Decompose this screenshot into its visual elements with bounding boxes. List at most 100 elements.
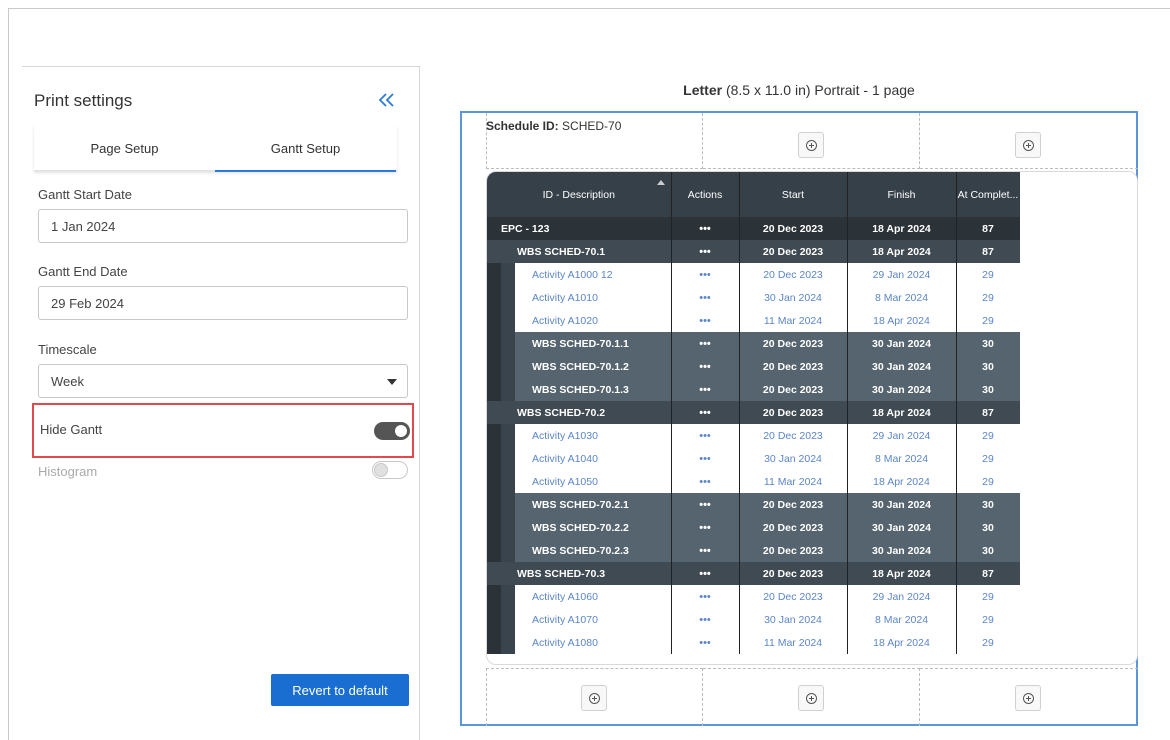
more-actions-icon[interactable]: ••• xyxy=(699,522,711,534)
table-row[interactable]: WBS SCHED-70.2.2 ••• 20 Dec 2023 30 Jan 202… xyxy=(487,516,1021,539)
cell-actions[interactable]: ••• xyxy=(671,286,740,309)
more-actions-icon[interactable]: ••• xyxy=(699,292,711,304)
table-row[interactable]: Activity A1030 ••• 20 Dec 2023 29 Jan 2024 2… xyxy=(487,424,1021,447)
cell-actions[interactable]: ••• xyxy=(671,447,740,470)
cell-id: WBS SCHED-70.1.2 xyxy=(487,355,672,378)
table-row[interactable]: Activity A1050 ••• 11 Mar 2024 18 Apr 2024 2… xyxy=(487,470,1021,493)
add-footer-left-button[interactable] xyxy=(581,685,607,711)
histogram-toggle[interactable] xyxy=(372,461,408,479)
cell-actions[interactable]: ••• xyxy=(671,470,740,493)
table-row[interactable]: Activity A1060 ••• 20 Dec 2023 29 Jan 2024 2… xyxy=(487,585,1021,608)
more-actions-icon[interactable]: ••• xyxy=(699,545,711,557)
cell-at-completion: 29 xyxy=(956,585,1021,608)
plus-circle-icon xyxy=(805,139,817,151)
more-actions-icon[interactable]: ••• xyxy=(699,453,711,465)
add-footer-center-button[interactable] xyxy=(798,685,824,711)
tab-gantt-setup[interactable]: Gantt Setup xyxy=(215,125,396,172)
cell-at-completion: 29 xyxy=(956,631,1021,654)
more-actions-icon[interactable]: ••• xyxy=(699,315,711,327)
col-header-actions[interactable]: Actions xyxy=(671,172,740,217)
gantt-start-field[interactable]: 1 Jan 2024 xyxy=(38,209,408,243)
cell-id-text: Activity A1050 xyxy=(532,475,598,488)
table-row[interactable]: EPC - 123 ••• 20 Dec 2023 18 Apr 2024 87 xyxy=(487,217,1021,240)
hide-gantt-row: Hide Gantt xyxy=(32,403,414,458)
col-header-start[interactable]: Start xyxy=(739,172,848,217)
more-actions-icon[interactable]: ••• xyxy=(699,246,711,258)
table-row[interactable]: WBS SCHED-70.1.1 ••• 20 Dec 2023 30 Jan 202… xyxy=(487,332,1021,355)
table-row[interactable]: WBS SCHED-70.1.3 ••• 20 Dec 2023 30 Jan 202… xyxy=(487,378,1021,401)
table-row[interactable]: Activity A1070 ••• 30 Jan 2024 8 Mar 2024 29 xyxy=(487,608,1021,631)
more-actions-icon[interactable]: ••• xyxy=(699,614,711,626)
more-actions-icon[interactable]: ••• xyxy=(699,384,711,396)
more-actions-icon[interactable]: ••• xyxy=(699,338,711,350)
cell-actions[interactable]: ••• xyxy=(671,585,740,608)
cell-finish: 18 Apr 2024 xyxy=(847,309,957,332)
table-row[interactable]: WBS SCHED-70.2 ••• 20 Dec 2023 18 Apr 2024 8… xyxy=(487,401,1021,424)
more-actions-icon[interactable]: ••• xyxy=(699,269,711,281)
table-row[interactable]: WBS SCHED-70.2.1 ••• 20 Dec 2023 30 Jan 202… xyxy=(487,493,1021,516)
table-row[interactable]: Activity A1020 ••• 11 Mar 2024 18 Apr 2024 2… xyxy=(487,309,1021,332)
table-row[interactable]: Activity A1010 ••• 30 Jan 2024 8 Mar 2024 29 xyxy=(487,286,1021,309)
col-header-at-completion[interactable]: At Complet... xyxy=(956,172,1021,217)
table-row[interactable]: Activity A1080 ••• 11 Mar 2024 18 Apr 2024 2… xyxy=(487,631,1021,654)
add-header-center-button[interactable] xyxy=(798,132,824,158)
more-actions-icon[interactable]: ••• xyxy=(699,591,711,603)
cell-finish: 30 Jan 2024 xyxy=(847,355,957,378)
cell-finish: 29 Jan 2024 xyxy=(847,585,957,608)
col-header-id[interactable]: ID - Description xyxy=(487,172,672,217)
more-actions-icon[interactable]: ••• xyxy=(699,361,711,373)
cell-at-completion: 30 xyxy=(956,332,1021,355)
cell-actions[interactable]: ••• xyxy=(671,493,740,516)
more-actions-icon[interactable]: ••• xyxy=(699,430,711,442)
hide-gantt-toggle[interactable] xyxy=(374,422,410,440)
cell-actions[interactable]: ••• xyxy=(671,240,740,263)
table-row[interactable]: Activity A1000 12 ••• 20 Dec 2023 29 Jan 20… xyxy=(487,263,1021,286)
cell-actions[interactable]: ••• xyxy=(671,309,740,332)
col-header-finish[interactable]: Finish xyxy=(847,172,957,217)
cell-start: 20 Dec 2023 xyxy=(739,585,848,608)
cell-finish: 30 Jan 2024 xyxy=(847,516,957,539)
table-row[interactable]: WBS SCHED-70.3 ••• 20 Dec 2023 18 Apr 2024 8… xyxy=(487,562,1021,585)
table-row[interactable]: Activity A1040 ••• 30 Jan 2024 8 Mar 2024 29 xyxy=(487,447,1021,470)
gantt-table: ID - Description Actions Start Finish At… xyxy=(487,172,1021,654)
cell-id: WBS SCHED-70.2.1 xyxy=(487,493,672,516)
cell-id-text: Activity A1060 xyxy=(532,590,598,603)
cell-actions[interactable]: ••• xyxy=(671,355,740,378)
table-row[interactable]: WBS SCHED-70.1 ••• 20 Dec 2023 18 Apr 2024 8… xyxy=(487,240,1021,263)
more-actions-icon[interactable]: ••• xyxy=(699,407,711,419)
cell-id: WBS SCHED-70.3 xyxy=(487,562,672,585)
cell-actions[interactable]: ••• xyxy=(671,562,740,585)
table-row[interactable]: WBS SCHED-70.1.2 ••• 20 Dec 2023 30 Jan 202… xyxy=(487,355,1021,378)
cell-actions[interactable]: ••• xyxy=(671,539,740,562)
double-chevron-left-icon[interactable] xyxy=(374,87,400,113)
more-actions-icon[interactable]: ••• xyxy=(699,499,711,511)
cell-actions[interactable]: ••• xyxy=(671,378,740,401)
add-header-right-button[interactable] xyxy=(1015,132,1041,158)
cell-actions[interactable]: ••• xyxy=(671,631,740,654)
cell-actions[interactable]: ••• xyxy=(671,608,740,631)
gantt-end-field[interactable]: 29 Feb 2024 xyxy=(38,286,408,320)
cell-at-completion: 30 xyxy=(956,516,1021,539)
more-actions-icon[interactable]: ••• xyxy=(699,223,711,235)
cell-start: 11 Mar 2024 xyxy=(739,631,848,654)
cell-actions[interactable]: ••• xyxy=(671,263,740,286)
cell-actions[interactable]: ••• xyxy=(671,424,740,447)
cell-actions[interactable]: ••• xyxy=(671,217,740,240)
cell-finish: 29 Jan 2024 xyxy=(847,424,957,447)
cell-id-text: WBS SCHED-70.3 xyxy=(517,567,606,580)
cell-id-text: EPC - 123 xyxy=(501,222,550,235)
more-actions-icon[interactable]: ••• xyxy=(699,568,711,580)
cell-actions[interactable]: ••• xyxy=(671,516,740,539)
table-row[interactable]: WBS SCHED-70.2.3 ••• 20 Dec 2023 30 Jan 202… xyxy=(487,539,1021,562)
gantt-end-value: 29 Feb 2024 xyxy=(51,295,125,311)
add-footer-right-button[interactable] xyxy=(1015,685,1041,711)
revert-to-default-button[interactable]: Revert to default xyxy=(271,674,409,706)
cell-at-completion: 87 xyxy=(956,562,1021,585)
more-actions-icon[interactable]: ••• xyxy=(699,637,711,649)
cell-actions[interactable]: ••• xyxy=(671,401,740,424)
timescale-select[interactable]: Week xyxy=(38,364,408,398)
tab-page-setup[interactable]: Page Setup xyxy=(34,125,215,171)
cell-id-text: WBS SCHED-70.2.3 xyxy=(532,544,629,557)
more-actions-icon[interactable]: ••• xyxy=(699,476,711,488)
cell-actions[interactable]: ••• xyxy=(671,332,740,355)
